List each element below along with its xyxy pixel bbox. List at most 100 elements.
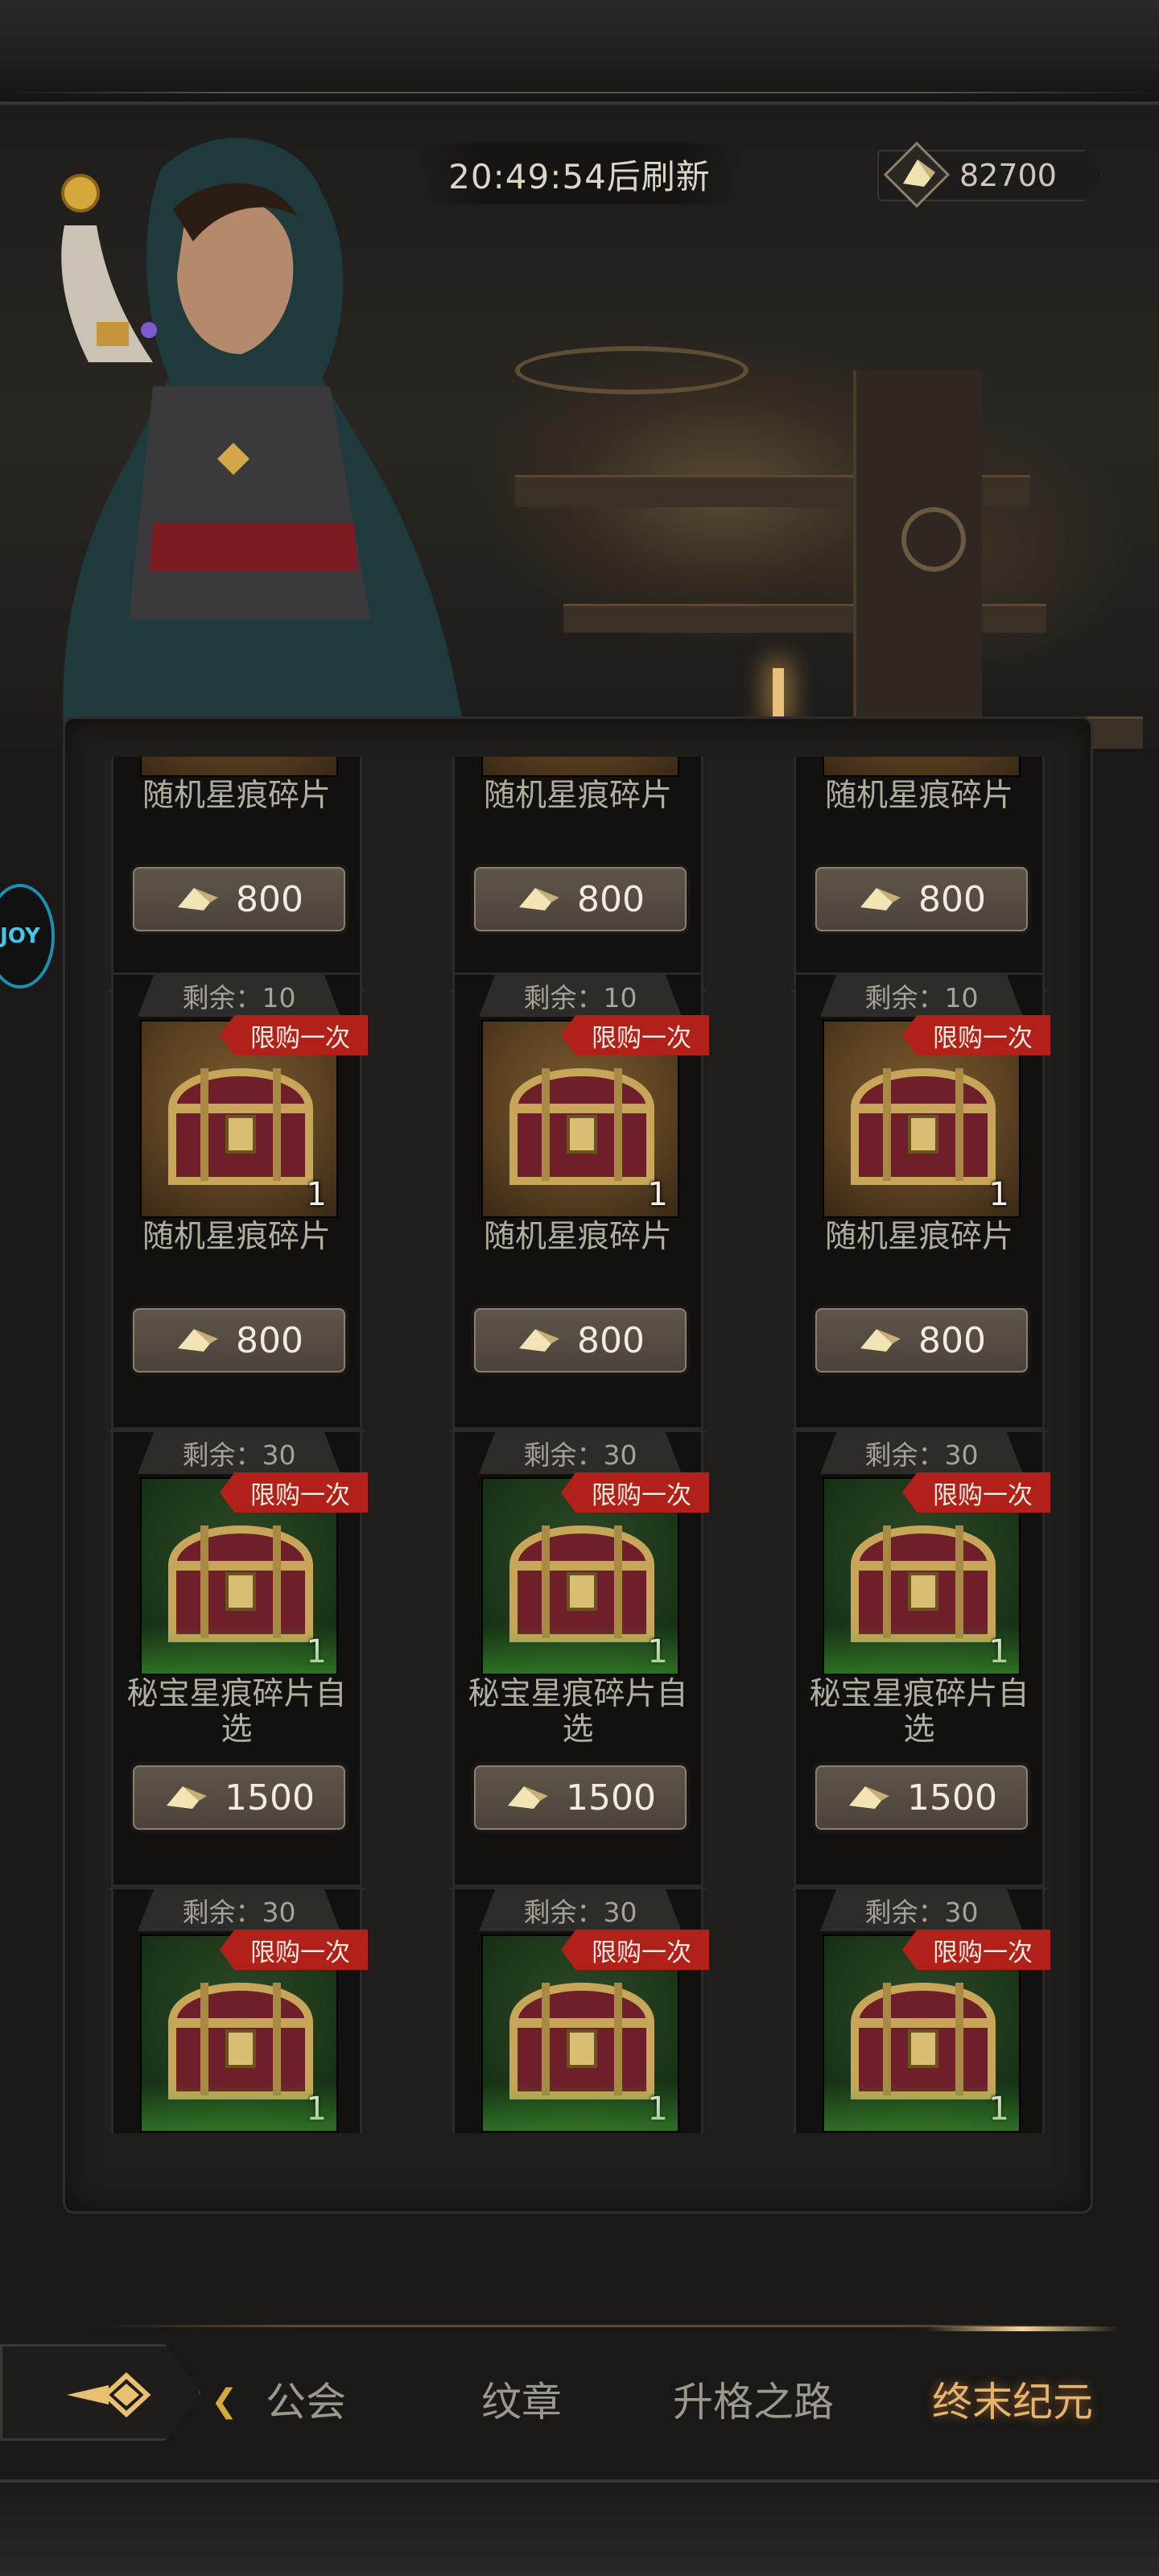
top-ornamental-frame [0,0,1159,105]
item-name: 秘宝星痕碎片自选 [468,1676,688,1748]
tab-guild[interactable]: 公会 [266,2370,346,2426]
purchase-limit-badge: 限购一次 [561,1930,709,1970]
price-amount: 800 [577,878,645,920]
item-name: 秘宝星痕碎片自选 [809,1676,1029,1748]
item-name: 秘宝星痕碎片自选 [126,1676,347,1748]
tab-ascension-path[interactable]: 升格之路 [673,2370,834,2426]
purchase-limit-badge: 限购一次 [220,1015,368,1055]
item-icon-frame [140,757,338,777]
purchase-limit-badge: 限购一次 [220,1472,368,1513]
item-name: 随机星痕碎片 [142,778,331,814]
shop-item-card[interactable]: 剩余：10 1 限购一次随机星痕碎片 800 [452,972,709,1430]
shop-item-card[interactable]: 剩余：10 1 限购一次随机星痕碎片 800 [111,972,368,1430]
price-amount: 1500 [907,1777,997,1818]
shop-item-card[interactable]: 随机星痕碎片 800 [111,757,362,989]
buy-price-button[interactable]: 1500 [474,1765,687,1830]
item-quantity: 1 [988,1176,1009,1213]
candle-decoration [773,668,784,716]
crystal-shard-icon [849,1786,889,1809]
buy-price-button[interactable]: 800 [474,867,687,931]
buy-price-button[interactable]: 800 [815,867,1028,931]
buy-price-button[interactable]: 800 [474,1308,687,1373]
item-name: 随机星痕碎片 [142,1219,331,1255]
wall-medallion-decoration [901,507,966,572]
shop-item-card[interactable]: 剩余：30 1 限购一次秘宝星痕碎片自选 1500 [794,1430,1050,1887]
item-quantity: 1 [988,2091,1009,2128]
item-name: 随机星痕碎片 [483,1219,672,1255]
remaining-stock-label: 剩余：30 [479,1432,682,1474]
treasure-chest-icon [168,1983,313,2099]
shop-item-card[interactable]: 剩余：30 1 限购一次秘宝星痕碎片自选 1500 [111,1430,368,1887]
treasure-chest-icon [168,1068,313,1185]
crystal-shard-icon [519,1329,559,1352]
chandelier-decoration [515,346,749,394]
remaining-stock-label: 剩余：10 [820,975,1023,1017]
tab-emblem[interactable]: 纹章 [481,2370,562,2426]
item-quantity: 1 [647,1176,668,1213]
crystal-shard-icon [178,888,218,910]
purchase-limit-badge: 限购一次 [902,1472,1050,1513]
crystal-shard-icon [167,1786,207,1809]
shop-item-card[interactable]: 剩余：30 1 限购一次 [794,1887,1050,2133]
shop-item-card[interactable]: 剩余：30 1 限购一次 秘宝星痕碎片自选 1500 [452,1430,709,1887]
buy-price-button[interactable]: 800 [133,1308,345,1373]
buy-price-button[interactable]: 800 [815,1308,1028,1373]
purchase-limit-badge: 限购一次 [902,1930,1050,1970]
diamond-arrow-back-icon [67,2372,151,2418]
crystal-shard-icon [860,888,901,910]
purchase-limit-badge: 限购一次 [902,1015,1050,1055]
floating-assistant-badge[interactable]: JOY [0,884,55,989]
treasure-chest-icon [509,1983,654,2099]
remaining-stock-label: 剩余：30 [820,1889,1023,1931]
purchase-limit-badge: 限购一次 [220,1930,368,1970]
item-quantity: 1 [988,1633,1009,1670]
item-quantity: 1 [306,1633,327,1670]
shop-item-card[interactable]: 剩余：10 1 限购一次随机星痕碎片 800 [794,972,1050,1430]
crystal-shard-icon [860,1329,901,1352]
item-name: 随机星痕碎片 [824,1219,1013,1255]
item-quantity: 1 [306,2091,327,2128]
item-quantity: 1 [647,1633,668,1670]
active-tab-indicator [926,2326,1119,2331]
crystal-shard-icon [178,1329,218,1352]
item-name: 随机星痕碎片 [483,778,672,814]
purchase-limit-badge: 限购一次 [561,1015,709,1055]
refresh-timer: 20:49:54后刷新 [419,143,740,204]
buy-price-button[interactable]: 1500 [133,1765,345,1830]
scroll-left-chevron-icon[interactable]: ❮ [211,2383,238,2420]
item-name: 随机星痕碎片 [824,778,1013,814]
remaining-stock-label: 剩余：30 [820,1432,1023,1474]
shop-item-card[interactable]: 随机星痕碎片 800 [794,757,1045,989]
crystal-shard-icon [519,888,559,910]
crystal-shard-icon [883,141,951,208]
shop-item-grid: 随机星痕碎片 800 随机星痕碎片 800 随机星痕碎片 800 剩余：10 1… [48,757,1111,2133]
remaining-stock-label: 剩余：30 [138,1889,340,1931]
shop-item-card[interactable]: 剩余：30 1 限购一次 [111,1887,368,2133]
remaining-stock-label: 剩余：30 [479,1889,682,1931]
shop-item-card[interactable]: 剩余：30 1 限购一次 [452,1887,709,2133]
treasure-chest-icon [168,1525,313,1642]
crystal-shard-icon [508,1786,548,1809]
remaining-stock-label: 剩余：10 [479,975,682,1017]
badge-label: JOY [0,924,40,948]
buy-price-button[interactable]: 800 [133,867,345,931]
buy-price-button[interactable]: 1500 [815,1765,1028,1830]
shop-item-card[interactable]: 随机星痕碎片 800 [452,757,703,989]
back-button[interactable] [0,2344,201,2441]
currency-amount: 82700 [959,158,1057,193]
price-amount: 800 [918,878,986,920]
price-amount: 800 [918,1319,986,1361]
treasure-chest-icon [851,1983,996,2099]
remaining-stock-label: 剩余：30 [138,1432,340,1474]
treasure-chest-icon [509,1068,654,1185]
item-icon-frame [481,757,679,777]
price-amount: 1500 [566,1777,656,1818]
item-quantity: 1 [306,1176,327,1213]
item-quantity: 1 [647,2091,668,2128]
price-amount: 800 [577,1319,645,1361]
treasure-chest-icon [851,1068,996,1185]
tab-final-era[interactable]: 终末纪元 [932,2370,1093,2426]
bottom-ornamental-frame [0,2479,1159,2576]
treasure-chest-icon [851,1525,996,1642]
remaining-stock-label: 剩余：10 [138,975,340,1017]
